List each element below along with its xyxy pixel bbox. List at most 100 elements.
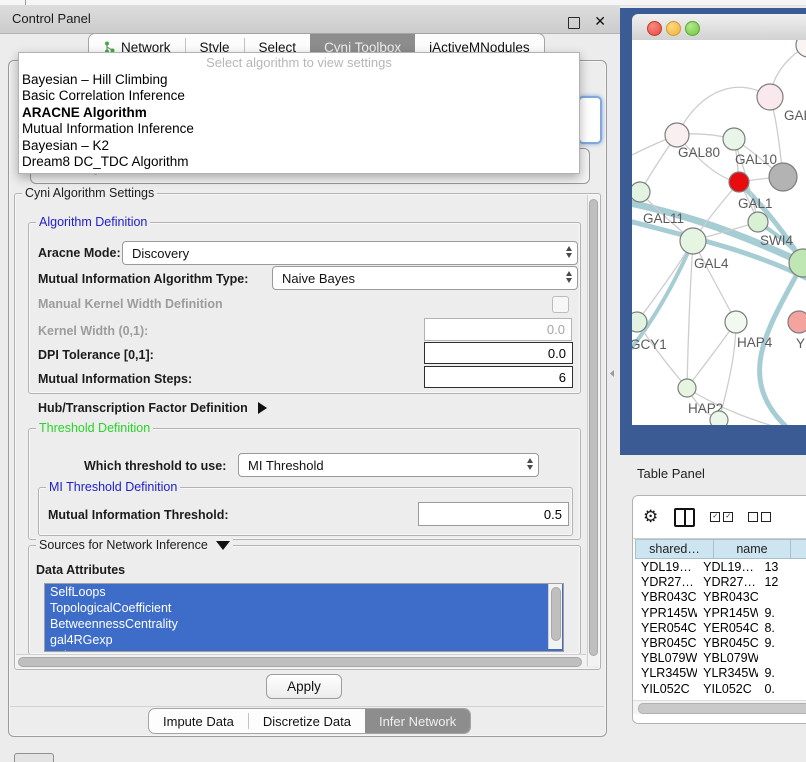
settings-horizontal-scrollbar[interactable]: [16, 654, 586, 667]
sources-group-title[interactable]: Sources for Network Inference: [36, 538, 233, 552]
network-node-gal10[interactable]: [723, 128, 745, 150]
table-row[interactable]: YBR045CYBR045C9.: [635, 636, 806, 651]
list-item[interactable]: gal4RGexp: [45, 632, 563, 648]
table-row[interactable]: YER054CYER054C8.: [635, 621, 806, 636]
data-attributes-label: Data Attributes: [36, 563, 125, 577]
table-cell: 0.: [758, 682, 806, 697]
table-cell: YBR045C: [697, 636, 758, 651]
network-canvas[interactable]: GALGAL80GAL10GAL1GAL11SWI4GAL4GCY1HAP4YH…: [632, 40, 806, 425]
manual-kernel-checkbox[interactable]: [552, 296, 569, 313]
network-node[interactable]: [796, 40, 806, 57]
aracne-mode-combo[interactable]: Discovery: [122, 241, 578, 265]
table-cell: YDR27…: [635, 575, 697, 590]
which-threshold-combo[interactable]: MI Threshold: [238, 453, 539, 477]
checked-pair-icon[interactable]: ✓✓: [710, 512, 733, 522]
gear-icon[interactable]: ⚙: [643, 507, 658, 527]
network-node[interactable]: [769, 163, 797, 191]
network-node-y[interactable]: [788, 311, 806, 333]
table-cell: YER054C: [697, 621, 758, 636]
tab-discretize-data[interactable]: Discretize Data: [249, 709, 365, 733]
aracne-mode-label: Aracne Mode:: [38, 246, 121, 260]
aracne-mode-value: Discovery: [132, 246, 189, 261]
dropdown-item[interactable]: ARACNE Algorithm: [19, 105, 579, 121]
list-item[interactable]: SelfLoops: [45, 584, 563, 600]
attributes-vertical-scrollbar[interactable]: [548, 584, 562, 649]
table-cell: YPR145W: [697, 606, 758, 621]
network-node[interactable]: [710, 411, 728, 425]
close-icon[interactable]: ✕: [594, 13, 606, 30]
network-node-gcy1[interactable]: [632, 312, 647, 332]
table-horizontal-scrollbar[interactable]: [633, 700, 806, 714]
table-cell: YER054C: [635, 621, 697, 636]
bottom-left-partial-button[interactable]: [14, 753, 54, 762]
table-cell: YDL19…: [635, 560, 697, 575]
splitpane-handle[interactable]: [610, 370, 614, 377]
attributes-vscrollbar-thumb[interactable]: [551, 587, 561, 641]
settings-hscrollbar-thumb[interactable]: [18, 657, 582, 667]
list-item[interactable]: gal80Rexp: [45, 648, 563, 652]
table-row[interactable]: YDR27…YDR27…12: [635, 575, 806, 590]
dropdown-item[interactable]: Bayesian – K2: [19, 138, 579, 154]
network-graph[interactable]: GALGAL80GAL10GAL1GAL11SWI4GAL4GCY1HAP4YH…: [632, 40, 806, 425]
network-node-hap2[interactable]: [678, 379, 696, 397]
table-cell: 12: [758, 575, 806, 590]
network-node-gal80[interactable]: [665, 123, 689, 147]
network-node-gal1[interactable]: [729, 172, 749, 192]
table-row[interactable]: YPR145WYPR145W9.: [635, 606, 806, 621]
tab-impute-data[interactable]: Impute Data: [149, 709, 248, 733]
settings-vertical-scrollbar-thumb[interactable]: [589, 199, 598, 656]
table-row[interactable]: YBL079WYBL079W: [635, 651, 806, 666]
network-node-gal4[interactable]: [680, 228, 706, 254]
split-columns-icon[interactable]: [674, 508, 695, 527]
list-item[interactable]: BetweennessCentrality: [45, 616, 563, 632]
tab-infer-network[interactable]: Infer Network: [365, 709, 470, 733]
apply-button[interactable]: Apply: [266, 674, 342, 699]
table-rows: YDL19…YDL19…13YDR27…YDR27…12YBR043CYBR04…: [635, 560, 806, 699]
zoom-traffic-light[interactable]: [685, 21, 700, 36]
dropdown-item[interactable]: Basic Correlation Inference: [19, 88, 579, 104]
network-node-hap4[interactable]: [725, 311, 747, 333]
dropdown-item[interactable]: Mutual Information Inference: [19, 121, 579, 137]
hub-definition-toggle[interactable]: Hub/Transcription Factor Definition: [38, 401, 267, 415]
table-row[interactable]: YBR043CYBR043C: [635, 590, 806, 605]
dpi-tolerance-field[interactable]: 0.0: [424, 342, 573, 364]
table-hscrollbar-thumb[interactable]: [638, 703, 806, 714]
network-node-gal11[interactable]: [632, 182, 650, 202]
network-window-titlebar[interactable]: [632, 14, 806, 41]
list-item[interactable]: TopologicalCoefficient: [45, 600, 563, 616]
sources-title-text: Sources for Network Inference: [39, 538, 208, 552]
kernel-width-label: Kernel Width (0,1):: [38, 324, 148, 338]
network-node-swi4[interactable]: [748, 212, 768, 232]
table-row[interactable]: YLR345WYLR345W9.: [635, 666, 806, 681]
minimize-traffic-light[interactable]: [666, 21, 681, 36]
kernel-width-field[interactable]: 0.0: [424, 318, 572, 341]
mi-type-combo[interactable]: Naive Bayes: [272, 266, 578, 290]
node-label: GAL80: [678, 145, 720, 160]
dropdown-placeholder: Select algorithm to view settings: [19, 53, 579, 72]
column-header[interactable]: shared…: [635, 539, 714, 559]
float-window-icon[interactable]: [568, 17, 580, 29]
focused-control-fragment: [578, 96, 602, 144]
table-cell: YLR345W: [697, 666, 758, 681]
network-node-gal[interactable]: [757, 84, 783, 110]
screen: ✕ Control Panel NetworkStyleSelectCyni T…: [0, 0, 806, 762]
table-header-row: shared…nameA: [635, 539, 806, 559]
close-traffic-light[interactable]: [647, 21, 662, 36]
column-header[interactable]: name: [714, 539, 791, 559]
table-row[interactable]: YIL052CYIL052C0.: [635, 682, 806, 697]
table-row[interactable]: YDL19…YDL19…13: [635, 560, 806, 575]
column-header[interactable]: A: [791, 539, 806, 559]
which-threshold-label: Which threshold to use:: [84, 459, 226, 473]
which-threshold-value: MI Threshold: [248, 458, 324, 473]
dropdown-item[interactable]: Bayesian – Hill Climbing: [19, 72, 579, 88]
data-attributes-list[interactable]: SelfLoopsTopologicalCoefficientBetweenne…: [44, 583, 564, 652]
unchecked-pair-icon[interactable]: [748, 512, 771, 522]
settings-group-title: Cyni Algorithm Settings: [22, 186, 157, 200]
mi-steps-field[interactable]: 6: [424, 366, 573, 388]
mi-threshold-field[interactable]: 0.5: [418, 502, 569, 526]
settings-vertical-scrollbar[interactable]: [587, 195, 599, 666]
dropdown-item[interactable]: Dream8 DC_TDC Algorithm: [19, 154, 579, 170]
table-cell: YBR043C: [697, 590, 758, 605]
panel-inner-divider: [10, 706, 604, 707]
cyni-bottom-tabbar: Impute DataDiscretize DataInfer Network: [148, 708, 471, 734]
